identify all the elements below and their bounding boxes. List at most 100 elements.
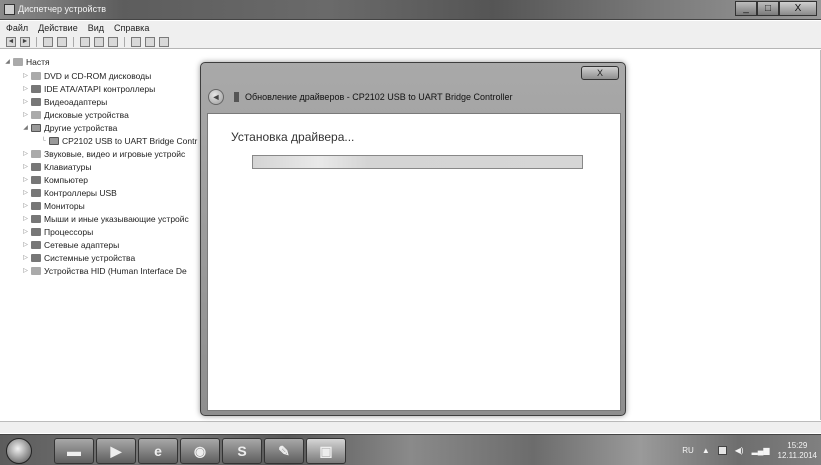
tree-item-label: CP2102 USB to UART Bridge Contr [62,135,198,146]
tree-item-network[interactable]: ▷ Сетевые адаптеры [22,239,119,250]
disable-icon[interactable] [145,36,155,47]
tree-item-computer[interactable]: ▷ Компьютер [22,174,88,185]
toolbar-separator [73,36,74,47]
dialog-body: Установка драйвера... [207,113,621,411]
device-manager-icon: ▣ [319,442,333,459]
internet-explorer-icon: e [154,443,162,459]
dialog-close-button[interactable]: X [581,66,619,80]
tree-item-disk[interactable]: ▷ Дисковые устройства [22,109,129,120]
tree-item-other[interactable]: ◢ Другие устройства [22,122,117,133]
back-icon[interactable]: ◄ [6,36,16,47]
expand-icon[interactable]: ▷ [22,215,29,222]
taskbar-media-player[interactable]: ▶ [96,438,136,464]
usb-device-icon [234,92,239,102]
expand-icon[interactable]: ▷ [22,228,29,235]
tree-item-label: Клавиатуры [44,161,92,172]
other-devices-icon [31,123,41,132]
update-driver-icon[interactable] [94,36,104,47]
tree-item-system[interactable]: ▷ Системные устройства [22,252,135,263]
sound-icon [31,149,41,158]
taskbar-skype[interactable]: S [222,438,262,464]
tree-item-label: Контроллеры USB [44,187,117,198]
play-icon: ▶ [110,442,122,459]
system-tray: RU ▲ ◀) ▂▄▆ 15:29 12.11.2014 [682,435,817,465]
expand-icon[interactable]: ▷ [22,189,29,196]
minimize-button[interactable]: _ [735,1,757,16]
taskbar: ▬ ▶ e ◉ S ✎ ▣ RU ▲ ◀) ▂▄▆ 15:29 12.11.20… [0,434,821,465]
tree-item-usb[interactable]: ▷ Контроллеры USB [22,187,117,198]
taskbar-browser[interactable]: ◉ [180,438,220,464]
close-button[interactable]: X [779,1,817,16]
system-devices-icon [31,253,41,262]
menu-file[interactable]: Файл [6,23,28,33]
tree-item-keyboard[interactable]: ▷ Клавиатуры [22,161,91,172]
expand-icon[interactable]: ▷ [22,163,29,170]
scan-icon[interactable] [108,36,118,47]
tree-item-monitors[interactable]: ▷ Мониторы [22,200,85,211]
menu-view[interactable]: Вид [88,23,104,33]
expand-icon[interactable]: ▷ [22,150,29,157]
tree-item-hid[interactable]: ▷ Устройства HID (Human Interface De [22,265,187,276]
properties-icon[interactable] [43,36,53,47]
maximize-button[interactable]: □ [757,1,779,16]
tree-item-label: IDE ATA/ATAPI контроллеры [44,83,156,94]
usb-icon [31,188,41,197]
unknown-device-icon [49,136,59,145]
tree-item-sound[interactable]: ▷ Звуковые, видео и игровые устройс [22,148,185,159]
taskbar-device-manager[interactable]: ▣ [306,438,346,464]
expand-icon[interactable]: ▷ [22,85,29,92]
tree-item-processors[interactable]: ▷ Процессоры [22,226,93,237]
back-arrow-icon[interactable]: ◄ [208,89,224,105]
language-indicator[interactable]: RU [682,446,694,455]
clock[interactable]: 15:29 12.11.2014 [778,441,817,461]
expand-icon[interactable]: ▷ [22,202,29,209]
paint-icon: ✎ [278,442,290,459]
signal-icon[interactable]: ▂▄▆ [752,446,770,455]
volume-icon[interactable]: ◀) [735,446,744,455]
enable-icon[interactable] [159,36,169,47]
tree-connector: └ [41,137,46,144]
tree-item-label: Видеоадаптеры [44,96,108,107]
tree-root[interactable]: ◢ Настя [4,56,49,67]
taskbar-paint[interactable]: ✎ [264,438,304,464]
device-manager-icon [4,4,15,15]
expand-icon[interactable]: ▷ [22,254,29,261]
disk-drive-icon [31,110,41,119]
menu-action[interactable]: Действие [38,23,78,33]
help-icon[interactable] [80,36,90,47]
expand-icon[interactable]: ▷ [22,72,29,79]
collapse-icon[interactable]: ◢ [22,124,29,131]
action-center-icon[interactable] [717,446,727,455]
tree-item-label: Мониторы [44,200,85,211]
tree-item-label: Сетевые адаптеры [44,239,120,250]
tree-item-label: Процессоры [44,226,94,237]
folder-icon: ▬ [67,443,81,459]
tree-item-ide[interactable]: ▷ IDE ATA/ATAPI контроллеры [22,83,155,94]
dialog-heading: Установка драйвера... [231,130,355,144]
start-button[interactable] [6,438,32,464]
expand-icon[interactable]: ▷ [22,241,29,248]
taskbar-explorer[interactable]: ▬ [54,438,94,464]
taskbar-internet-explorer[interactable]: e [138,438,178,464]
uninstall-icon[interactable] [131,36,141,47]
tree-item-display[interactable]: ▷ Видеоадаптеры [22,96,107,107]
show-hide-icon[interactable] [57,36,67,47]
expand-icon[interactable]: ▷ [22,98,29,105]
expand-icon[interactable]: ▷ [22,111,29,118]
status-bar [0,421,821,433]
collapse-icon[interactable]: ◢ [4,58,11,65]
tree-item-mice[interactable]: ▷ Мыши и иные указывающие устройс [22,213,189,224]
toolbar: ◄ ► [0,35,821,49]
tree-item-dvd[interactable]: ▷ DVD и CD-ROM дисководы [22,70,151,81]
menu-help[interactable]: Справка [114,23,149,33]
forward-icon[interactable]: ► [20,36,30,47]
clock-date: 12.11.2014 [777,450,817,460]
progress-fill [253,156,582,168]
show-hidden-icons-icon[interactable]: ▲ [702,446,710,455]
expand-icon[interactable]: ▷ [22,267,29,274]
tree-item-cp2102[interactable]: └ CP2102 USB to UART Bridge Contr [40,135,197,146]
toolbar-separator [36,36,37,47]
expand-icon[interactable]: ▷ [22,176,29,183]
tree-item-label: Звуковые, видео и игровые устройс [44,148,186,159]
monitor-icon [31,201,41,210]
